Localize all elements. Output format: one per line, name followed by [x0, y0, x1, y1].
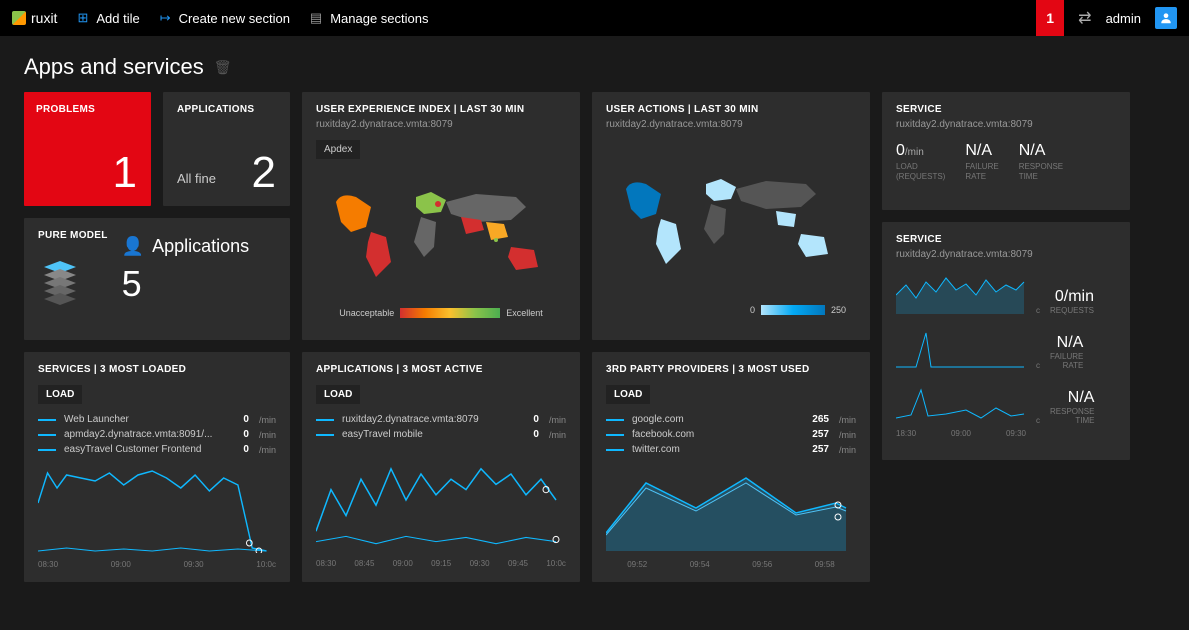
- apps-active-chart: [316, 448, 566, 552]
- list-item[interactable]: ruxitday2.dynatrace.vmta:80790/min: [316, 412, 566, 427]
- mini-chart: [896, 325, 1026, 370]
- column-mid2: USER ACTIONS | LAST 30 MIN ruxitday2.dyn…: [592, 92, 870, 582]
- pure-right: 👤Applications 5: [122, 230, 249, 328]
- tile-service-2[interactable]: SERVICE ruxitday2.dynatrace.vmta:8079 c0…: [882, 222, 1130, 460]
- manage-sections-button[interactable]: ▤ Manage sections: [310, 10, 429, 26]
- column-mid1: USER EXPERIENCE INDEX | LAST 30 MIN ruxi…: [302, 92, 580, 582]
- tile-service-1[interactable]: SERVICE ruxitday2.dynatrace.vmta:8079 0/…: [882, 92, 1130, 210]
- brand-name: ruxit: [31, 10, 57, 26]
- logo[interactable]: ruxit: [12, 10, 57, 26]
- list-item[interactable]: easyTravel mobile0/min: [316, 427, 566, 442]
- line-indicator-icon: [38, 434, 56, 436]
- problems-row: PROBLEMS 1 APPLICATIONS All fine 2: [24, 92, 290, 206]
- stack-icon: [38, 259, 82, 309]
- list-item[interactable]: apmday2.dynatrace.vmta:8091/...0/min: [38, 427, 276, 442]
- logo-icon: [12, 11, 26, 25]
- chart-ticks: 18:3009:0009:30: [896, 429, 1026, 438]
- list-item[interactable]: facebook.com257/min: [606, 427, 856, 442]
- share-icon[interactable]: ⇄: [1078, 8, 1091, 28]
- plus-section-icon: ↦: [160, 10, 171, 26]
- plus-grid-icon: ⊞: [77, 10, 88, 26]
- service2-metric-row: cN/AFAILURERATE: [896, 325, 1116, 370]
- tile-problems[interactable]: PROBLEMS 1: [24, 92, 151, 206]
- column-right: SERVICE ruxitday2.dynatrace.vmta:8079 0/…: [882, 92, 1130, 582]
- services-chart: [38, 463, 276, 553]
- user-icon: 👤: [122, 236, 144, 257]
- world-map-actions: [606, 144, 856, 294]
- column-left: PROBLEMS 1 APPLICATIONS All fine 2 PURE …: [24, 92, 290, 582]
- chart-ticks: 09:5209:5409:5609:58: [606, 560, 856, 569]
- apps-active-list: ruxitday2.dynatrace.vmta:80790/mineasyTr…: [316, 412, 566, 442]
- third-party-list: google.com265/minfacebook.com257/mintwit…: [606, 412, 856, 457]
- tile-user-actions[interactable]: USER ACTIONS | LAST 30 MIN ruxitday2.dyn…: [592, 92, 870, 340]
- page-title: Apps and services 🗑: [0, 36, 1189, 92]
- topbar-right: 1 ⇄ admin: [1036, 0, 1177, 36]
- line-indicator-icon: [606, 449, 624, 451]
- pure-left: PURE MODEL: [38, 230, 108, 328]
- line-indicator-icon: [38, 419, 56, 421]
- chart-ticks: 08:3008:4509:0009:1509:3009:4510:0c: [316, 559, 566, 568]
- gradient-bar: [400, 308, 500, 318]
- create-section-button[interactable]: ↦ Create new section: [160, 10, 290, 26]
- actions-legend: 0 250: [606, 305, 856, 315]
- add-tile-button[interactable]: ⊞ Add tile: [77, 10, 139, 26]
- service2-metric-row: c0/minREQUESTS: [896, 270, 1116, 315]
- metric: N/AFAILURERATE: [965, 142, 998, 181]
- metric: N/ARESPONSETIME: [1019, 142, 1063, 181]
- chart-ticks: 08:3009:0009:3010:0c: [38, 560, 276, 569]
- tile-pure-model[interactable]: PURE MODEL 👤Applications 5: [24, 218, 290, 340]
- line-indicator-icon: [316, 434, 334, 436]
- world-map-apdex: [316, 167, 566, 297]
- tile-third-party[interactable]: 3RD PARTY PROVIDERS | 3 MOST USED LOAD g…: [592, 352, 870, 582]
- avatar[interactable]: [1155, 7, 1177, 29]
- metric: 0/minLOAD(REQUESTS): [896, 142, 945, 181]
- service-list: Web Launcher0/minapmday2.dynatrace.vmta:…: [38, 412, 276, 457]
- trash-icon[interactable]: 🗑: [214, 59, 232, 76]
- tile-apps-active[interactable]: APPLICATIONS | 3 MOST ACTIVE LOAD ruxitd…: [302, 352, 580, 582]
- list-item[interactable]: easyTravel Customer Frontend0/min: [38, 442, 276, 457]
- blue-gradient-bar: [761, 305, 825, 315]
- line-indicator-icon: [606, 419, 624, 421]
- mini-chart: [896, 270, 1026, 315]
- service2-rows: c0/minREQUESTS cN/AFAILURERATE cN/ARESPONS…: [896, 270, 1116, 425]
- service2-metric-row: cN/ARESPONSETIME: [896, 380, 1116, 425]
- user-icon: [1159, 11, 1173, 25]
- apdex-legend: Unacceptable Excellent: [316, 308, 566, 318]
- list-item[interactable]: twitter.com257/min: [606, 442, 856, 457]
- topbar: ruxit ⊞ Add tile ↦ Create new section ▤ …: [0, 0, 1189, 36]
- dashboard: PROBLEMS 1 APPLICATIONS All fine 2 PURE …: [0, 92, 1189, 582]
- service1-metrics: 0/minLOAD(REQUESTS) N/AFAILURERATE N/ARESP…: [896, 142, 1116, 181]
- line-indicator-icon: [38, 449, 56, 451]
- notification-badge[interactable]: 1: [1036, 0, 1064, 36]
- line-indicator-icon: [606, 434, 624, 436]
- user-label[interactable]: admin: [1106, 11, 1141, 26]
- list-item[interactable]: Web Launcher0/min: [38, 412, 276, 427]
- tile-user-experience[interactable]: USER EXPERIENCE INDEX | LAST 30 MIN ruxi…: [302, 92, 580, 340]
- list-item[interactable]: google.com265/min: [606, 412, 856, 427]
- tile-applications[interactable]: APPLICATIONS All fine 2: [163, 92, 290, 206]
- third-party-chart: [606, 463, 856, 553]
- sections-icon: ▤: [310, 10, 322, 26]
- line-indicator-icon: [316, 419, 334, 421]
- tile-services-loaded[interactable]: SERVICES | 3 MOST LOADED LOAD Web Launch…: [24, 352, 290, 582]
- mini-chart: [896, 380, 1026, 425]
